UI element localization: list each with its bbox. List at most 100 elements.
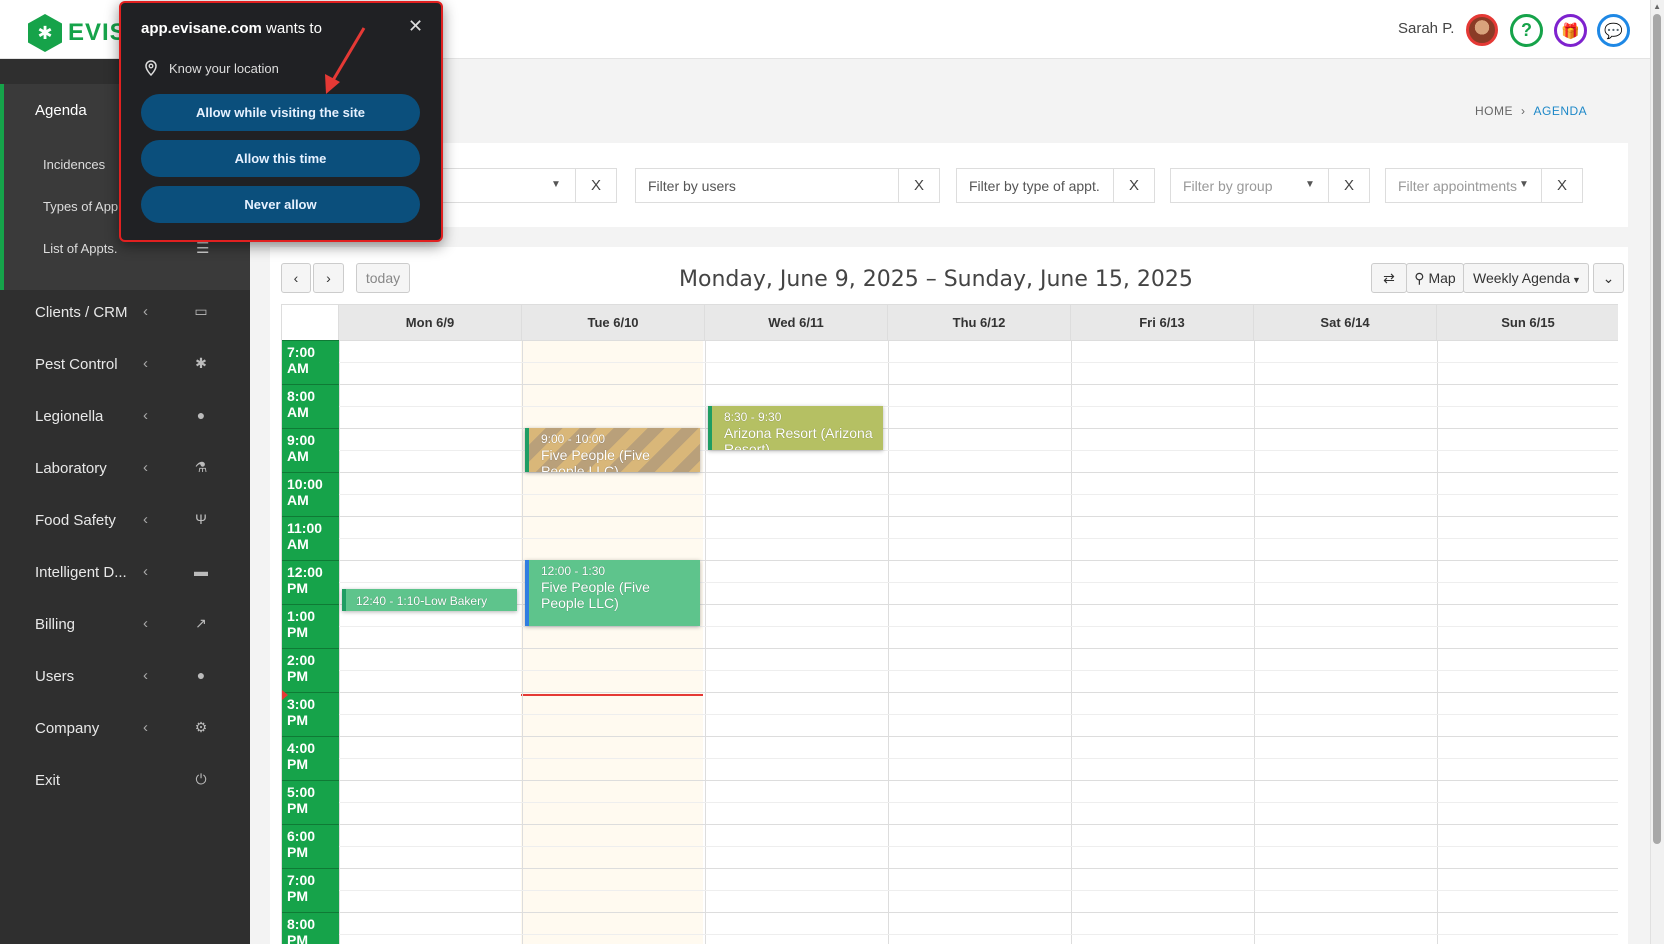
day-header[interactable]: Tue 6/10: [522, 305, 705, 340]
day-divider: [888, 340, 889, 944]
sidebar-item-laboratory[interactable]: Laboratory ‹ ⚗: [0, 447, 250, 491]
day-divider: [1437, 340, 1438, 944]
sidebar-item-label: Clients / CRM: [35, 304, 128, 321]
half-hour-line: [339, 626, 1618, 627]
day-header[interactable]: Fri 6/13: [1071, 305, 1254, 340]
event-name: Five People (Five People LLC): [541, 447, 650, 472]
time-label: 6:00 PM: [287, 828, 316, 860]
dialog-title: app.evisane.com wants to: [141, 20, 322, 37]
sidebar-item-clients[interactable]: Clients / CRM ‹ ▭: [0, 291, 250, 335]
time-column: 7:00 AM 8:00 AM 9:00 AM 10:00 AM 11:00 AM 12:…: [282, 340, 339, 944]
sidebar-item-pest-control[interactable]: Pest Control ‹ ✱: [0, 343, 250, 387]
caret-down-icon: ▼: [1519, 179, 1529, 190]
hour-line: [339, 692, 1618, 693]
day-header[interactable]: Sun 6/15: [1437, 305, 1618, 340]
today-button[interactable]: today: [356, 263, 410, 293]
next-week-button[interactable]: ›: [313, 263, 344, 293]
day-header[interactable]: Thu 6/12: [888, 305, 1071, 340]
time-separator: [282, 692, 339, 693]
sidebar-subitem-types[interactable]: Types of App: [43, 199, 118, 214]
sidebar-subitem-incidences[interactable]: Incidences: [43, 157, 105, 172]
flask-icon: ⚗: [194, 459, 208, 475]
bug-icon: ✱: [195, 355, 207, 371]
time-separator: [282, 648, 339, 649]
filter-type-input[interactable]: Filter by type of appt.: [956, 168, 1114, 203]
view-select[interactable]: Weekly Agenda ▼: [1463, 263, 1589, 293]
chevron-left-icon: ‹: [143, 511, 148, 528]
location-permission-dialog: app.evisane.com wants to ✕ Know your loc…: [119, 1, 443, 242]
day-divider: [1254, 340, 1255, 944]
power-icon: ⏻: [195, 771, 207, 787]
sidebar-item-billing[interactable]: Billing ‹ ↗: [0, 603, 250, 647]
expand-icon[interactable]: ⌄: [1593, 263, 1624, 293]
user-avatar[interactable]: [1466, 14, 1498, 46]
grid-corner: [282, 305, 339, 340]
day-header[interactable]: Wed 6/11: [705, 305, 888, 340]
sidebar-item-company[interactable]: Company ‹ ⚙: [0, 707, 250, 751]
time-separator: [282, 516, 339, 517]
gift-icon[interactable]: 🎁: [1554, 14, 1587, 47]
close-icon[interactable]: ✕: [408, 16, 423, 37]
time-label: 11:00 AM: [287, 520, 323, 552]
breadcrumb-current: AGENDA: [1533, 104, 1588, 118]
sidebar-subitem-list-appts[interactable]: List of Appts.: [43, 241, 117, 256]
day-divider: [339, 340, 340, 944]
sidebar-item-label: Food Safety: [35, 512, 116, 529]
sidebar-item-users[interactable]: Users ‹ ●: [0, 655, 250, 699]
time-label: 1:00 PM: [287, 608, 316, 640]
hour-line: [339, 384, 1618, 385]
day-header[interactable]: Mon 6/9: [339, 305, 522, 340]
day-divider: [705, 340, 706, 944]
half-hour-line: [339, 934, 1618, 935]
filter-group-clear-button[interactable]: X: [1328, 168, 1370, 203]
half-hour-line: [339, 890, 1618, 891]
red-arrow-annotation: [325, 27, 366, 94]
calendar-event[interactable]: 12:00 - 1:30 Five People (Five People LLC…: [525, 560, 700, 626]
sidebar-item-exit[interactable]: Exit ⏻: [0, 759, 250, 803]
page-scrollbar[interactable]: ▲: [1650, 0, 1664, 944]
evisane-logo[interactable]: ✱ EVIS: [28, 14, 127, 52]
time-separator: [282, 340, 339, 341]
sidebar-item-label: Pest Control: [35, 356, 118, 373]
filter-users-clear-button[interactable]: X: [898, 168, 940, 203]
chevron-left-icon: ‹: [143, 563, 148, 580]
filter-appointments-clear-button[interactable]: X: [1541, 168, 1583, 203]
time-label: 10:00 AM: [287, 476, 323, 508]
prev-week-button[interactable]: ‹: [281, 263, 311, 293]
allow-while-visiting-button[interactable]: Allow while visiting the site: [141, 94, 420, 131]
time-label: 3:00 PM: [287, 696, 316, 728]
never-allow-button[interactable]: Never allow: [141, 186, 420, 223]
filter-type-clear-button[interactable]: X: [1113, 168, 1155, 203]
map-label: Map: [1428, 270, 1456, 286]
id-card-icon: ▭: [194, 303, 208, 319]
calendar-title: Monday, June 9, 2025 – Sunday, June 15, …: [679, 267, 1193, 292]
sidebar-item-food-safety[interactable]: Food Safety ‹ Ψ: [0, 499, 250, 543]
line-chart-icon: ↗: [195, 615, 207, 631]
event-name: Arizona Resort (Arizona Resort): [724, 425, 873, 450]
help-icon[interactable]: ?: [1510, 14, 1543, 47]
swap-icon[interactable]: ⇄: [1371, 263, 1407, 293]
chat-icon[interactable]: 💬: [1597, 14, 1630, 47]
calendar-event[interactable]: 8:30 - 9:30 Arizona Resort (Arizona Resor…: [708, 406, 883, 450]
allow-this-time-button[interactable]: Allow this time: [141, 140, 420, 177]
day-header[interactable]: Sat 6/14: [1254, 305, 1437, 340]
bug-logo-icon: ✱: [28, 14, 62, 52]
event-name: Five People (Five People LLC): [541, 579, 650, 611]
scrollbar-thumb[interactable]: [1653, 14, 1661, 844]
hour-line: [339, 648, 1618, 649]
sidebar-item-legionella[interactable]: Legionella ‹ ●: [0, 395, 250, 439]
calendar-event[interactable]: 9:00 - 10:00 Five People (Five People LLC…: [525, 428, 700, 472]
time-label: 8:00 AM: [287, 388, 316, 420]
breadcrumb-home[interactable]: HOME: [1475, 104, 1513, 118]
filter-users-input[interactable]: Filter by users: [635, 168, 899, 203]
time-separator: [282, 780, 339, 781]
sidebar-item-intelligent[interactable]: Intelligent D... ‹ ▬: [0, 551, 250, 595]
scroll-up-icon[interactable]: ▲: [1653, 2, 1661, 11]
calendar-event[interactable]: 12:40 - 1:10 - Low Bakery: [342, 589, 517, 612]
filter-clear-button[interactable]: X: [575, 168, 617, 203]
map-button[interactable]: ⚲ Map: [1406, 263, 1464, 293]
half-hour-line: [339, 362, 1618, 363]
sidebar-item-label: Company: [35, 720, 100, 737]
time-separator: [282, 824, 339, 825]
user-name[interactable]: Sarah P.: [1398, 20, 1454, 37]
